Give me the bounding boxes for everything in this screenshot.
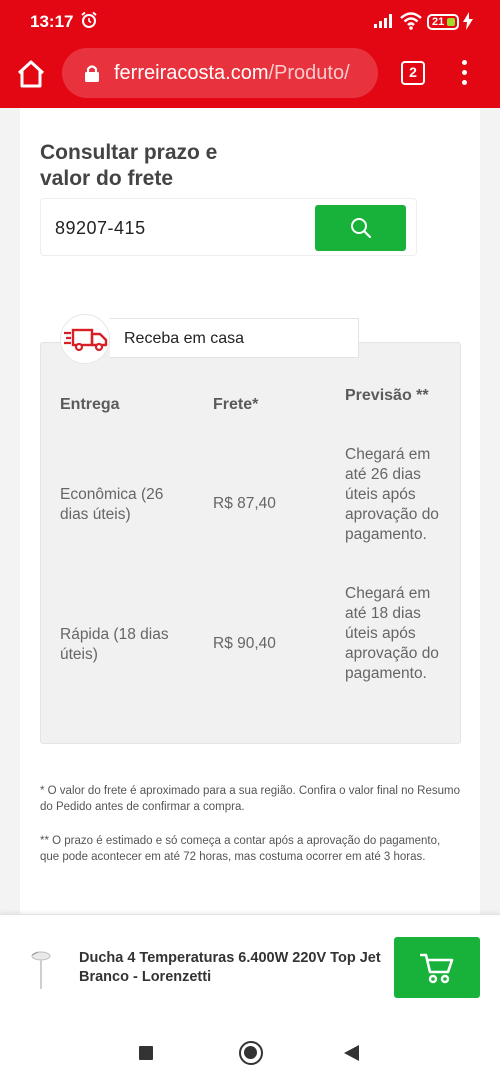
- row-frete: R$ 87,40: [213, 495, 276, 512]
- row-frete: R$ 90,40: [213, 635, 276, 652]
- wifi-icon: [400, 12, 422, 30]
- tab-switcher-button[interactable]: 2: [401, 61, 425, 85]
- truck-badge: [60, 314, 110, 364]
- back-icon[interactable]: [344, 1045, 359, 1061]
- row-entrega: Rápida (18 dias úteis): [60, 626, 169, 663]
- url-domain: ferreiracosta.com: [114, 62, 269, 84]
- freight-note: * O valor do frete é aproximado para a s…: [40, 785, 460, 813]
- search-icon: [351, 218, 372, 239]
- row-previsao: Chegará em até 26 dias úteis após aprova…: [345, 446, 439, 543]
- cep-input[interactable]: 89207-415: [55, 218, 146, 239]
- cart-icon: [420, 953, 454, 984]
- shipping-title: Consultar prazo e valor do frete: [40, 141, 218, 190]
- status-time: 13:17: [30, 12, 74, 31]
- url-path: /Produto/: [268, 62, 350, 84]
- battery-icon: 21: [427, 14, 459, 30]
- recent-apps-icon[interactable]: [139, 1046, 153, 1060]
- battery-level: 21: [432, 16, 445, 28]
- deadline-note: ** O prazo é estimado e só começa a cont…: [40, 835, 441, 863]
- charging-icon: [463, 12, 473, 30]
- home-icon[interactable]: [16, 60, 46, 88]
- browser-menu-icon[interactable]: [458, 60, 470, 86]
- home-nav-icon[interactable]: [239, 1041, 263, 1065]
- browser-top-bar: 13:17 21 ferreiracosta.com/Produto/ 2: [0, 0, 500, 108]
- system-nav-bar: [0, 1022, 500, 1082]
- header-frete: Frete*: [213, 396, 259, 413]
- row-previsao: Chegará em até 18 dias úteis após aprova…: [345, 585, 439, 682]
- alarm-icon: [81, 11, 97, 28]
- header-entrega: Entrega: [60, 396, 120, 413]
- status-bar: 13:17 21: [0, 0, 500, 44]
- truck-icon: [64, 328, 108, 352]
- search-button[interactable]: [315, 205, 406, 251]
- lock-icon: [85, 65, 99, 82]
- cep-form: 89207-415: [40, 198, 417, 256]
- tab-receba-em-casa[interactable]: Receba em casa: [110, 318, 359, 358]
- row-entrega: Econômica (26 dias úteis): [60, 486, 164, 523]
- add-to-cart-button[interactable]: [394, 937, 480, 998]
- product-bar: Ducha 4 Temperaturas 6.400W 220V Top Jet…: [0, 914, 500, 1022]
- signal-icon: [374, 14, 392, 28]
- url-bar[interactable]: ferreiracosta.com/Produto/: [62, 48, 378, 98]
- header-previsao: Previsão **: [345, 387, 429, 404]
- product-thumbnail: [31, 951, 51, 989]
- url-text: ferreiracosta.com/Produto/: [114, 62, 376, 85]
- product-name: Ducha 4 Temperaturas 6.400W 220V Top Jet…: [79, 950, 381, 985]
